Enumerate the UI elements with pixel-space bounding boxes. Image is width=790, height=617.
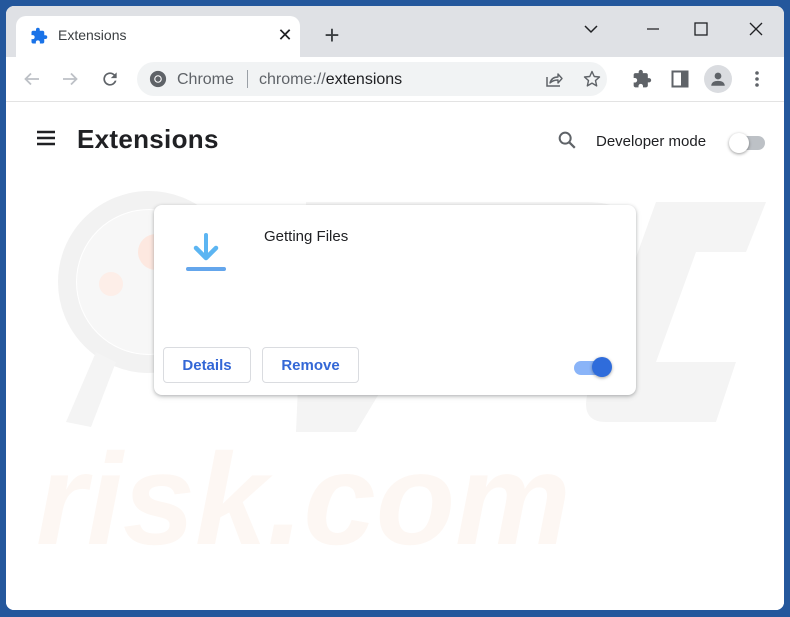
minimize-button[interactable] (638, 14, 668, 44)
star-icon (583, 70, 601, 87)
browser-toolbar: Chrome chrome://extensions (6, 57, 784, 102)
more-vert-icon (755, 71, 759, 87)
extension-enable-toggle[interactable] (574, 357, 614, 379)
new-tab-button[interactable]: + (318, 22, 346, 50)
developer-mode-toggle[interactable] (729, 132, 767, 153)
extensions-page: risk.com Extensions Developer mode Getti… (6, 102, 784, 610)
bookmark-button[interactable] (581, 68, 603, 90)
browser-window: Extensions ✕ + Chrome chrome://extension… (6, 6, 784, 610)
address-bar[interactable]: Chrome chrome://extensions (137, 62, 607, 96)
tab-extensions[interactable]: Extensions ✕ (16, 16, 300, 57)
extensions-menu-button[interactable] (628, 65, 656, 93)
tab-title: Extensions (58, 27, 127, 43)
chevron-down-icon (584, 25, 598, 34)
side-panel-icon (671, 70, 689, 88)
toggle-thumb (729, 133, 749, 153)
developer-mode-label: Developer mode (596, 133, 707, 150)
site-label: Chrome (177, 71, 234, 88)
browser-menu-button[interactable] (743, 65, 771, 93)
maximize-button[interactable] (686, 14, 716, 44)
close-icon (749, 22, 763, 36)
main-menu-button[interactable] (34, 126, 58, 150)
close-window-button[interactable] (741, 14, 771, 44)
tab-strip: Extensions ✕ + (6, 6, 784, 57)
omnibox-separator (247, 70, 248, 88)
back-button[interactable] (18, 65, 46, 93)
reload-icon (103, 72, 117, 86)
maximize-icon (694, 22, 708, 36)
page-title: Extensions (77, 124, 219, 154)
puzzle-icon (633, 69, 652, 88)
side-panel-button[interactable] (666, 65, 694, 93)
arrow-left-icon (24, 72, 39, 86)
profile-button[interactable] (704, 65, 732, 93)
toggle-thumb (592, 357, 612, 377)
arrow-right-icon (63, 72, 78, 86)
chrome-logo-icon (149, 70, 167, 88)
avatar-icon (711, 72, 725, 86)
share-button[interactable] (543, 68, 565, 90)
tab-search-button[interactable] (576, 14, 606, 44)
minimize-icon (647, 28, 659, 30)
puzzle-icon (31, 27, 48, 44)
url-path: extensions (325, 71, 403, 88)
download-icon (186, 233, 226, 271)
details-button[interactable]: Details (163, 347, 251, 383)
remove-button[interactable]: Remove (262, 347, 359, 383)
search-extensions-button[interactable] (556, 129, 580, 153)
watermark-text: risk.com (36, 426, 571, 572)
tab-close-icon[interactable]: ✕ (274, 24, 296, 46)
extension-card: Getting Files Details Remove (154, 205, 636, 395)
search-icon (558, 131, 576, 149)
hamburger-icon (37, 130, 55, 146)
url-prefix: chrome:// (259, 71, 326, 88)
share-icon (546, 73, 563, 87)
forward-button[interactable] (56, 65, 84, 93)
extension-name: Getting Files (264, 228, 349, 245)
url-text[interactable]: chrome://extensions (259, 71, 402, 89)
reload-button[interactable] (96, 65, 124, 93)
